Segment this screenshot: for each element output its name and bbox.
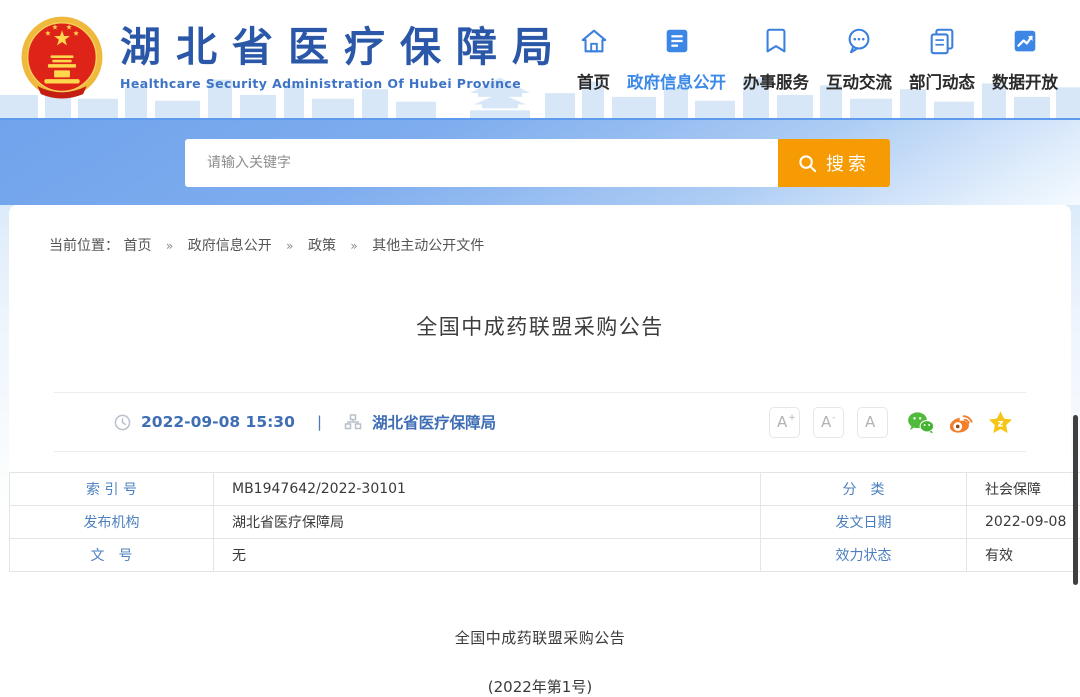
font-decrease-button[interactable]: A-	[813, 406, 844, 438]
search-input[interactable]	[185, 139, 778, 187]
validity-value: 有效	[966, 538, 1080, 572]
article-meta-bar: 2022-09-08 15:30 | 湖北省医疗保障局 A + A- A z	[54, 392, 1026, 452]
table-row: 索 引 号 MB1947642/2022-30101 分 类 社会保障	[9, 472, 1080, 506]
search-button[interactable]: 搜索	[778, 139, 890, 187]
site-header: 湖北省医疗保障局 Healthcare Security Administrat…	[0, 0, 1080, 118]
main-nav: 首页 政府信息公开 办事服务 互动交流 部门动态 数据开放	[577, 26, 1058, 93]
organization-icon	[344, 414, 362, 430]
weibo-icon[interactable]	[947, 410, 974, 435]
article-card: 当前位置： 首页 » 政府信息公开 » 政策 » 其他主动公开文件 全国中成药联…	[9, 205, 1080, 697]
doc-number-value: 无	[213, 538, 761, 572]
nav-label: 互动交流	[826, 73, 892, 92]
article-body-title: 全国中成药联盟采购公告	[454, 629, 626, 647]
breadcrumb-item-policy[interactable]: 政策	[308, 238, 336, 254]
breadcrumb-item-home[interactable]: 首页	[123, 238, 151, 254]
nav-label: 首页	[577, 73, 610, 92]
issue-date-label: 发文日期	[760, 505, 967, 539]
search-banner: 搜索	[0, 118, 1080, 205]
nav-item-gov-info[interactable]: 政府信息公开	[627, 26, 726, 93]
home-icon	[581, 29, 606, 53]
nav-item-services[interactable]: 办事服务	[743, 26, 809, 93]
wechat-icon[interactable]	[907, 410, 934, 435]
index-number-label: 索 引 号	[9, 472, 214, 506]
site-logo[interactable]: 湖北省医疗保障局 Healthcare Security Administrat…	[18, 14, 568, 102]
publisher-label: 发布机构	[9, 505, 214, 539]
document-info-table: 索 引 号 MB1947642/2022-30101 分 类 社会保障 发布机构…	[9, 472, 1080, 572]
nav-item-open-data[interactable]: 数据开放	[992, 26, 1058, 93]
breadcrumb-prefix: 当前位置：	[49, 238, 119, 254]
trend-chart-icon	[1014, 30, 1036, 52]
meta-separator: |	[316, 413, 323, 431]
nav-label: 部门动态	[909, 73, 975, 92]
page: 湖北省医疗保障局 Healthcare Security Administrat…	[0, 0, 1080, 697]
nav-label: 数据开放	[992, 73, 1058, 92]
site-title: 湖北省医疗保障局	[120, 23, 568, 72]
breadcrumb: 当前位置： 首页 » 政府信息公开 » 政策 » 其他主动公开文件	[9, 205, 1071, 255]
national-emblem-icon	[21, 16, 103, 99]
table-row: 发布机构 湖北省医疗保障局 发文日期 2022-09-08	[9, 505, 1080, 539]
category-label: 分 类	[760, 472, 967, 506]
article-source: 湖北省医疗保障局	[372, 414, 497, 432]
content-area: 当前位置： 首页 » 政府信息公开 » 政策 » 其他主动公开文件 全国中成药联…	[0, 205, 1080, 697]
table-row: 文 号 无 效力状态 有效	[9, 538, 1080, 572]
breadcrumb-item-other-docs[interactable]: 其他主动公开文件	[372, 238, 484, 254]
svg-text:z: z	[998, 418, 1004, 429]
nav-item-interaction[interactable]: 互动交流	[826, 26, 892, 93]
validity-label: 效力状态	[760, 538, 967, 572]
site-subtitle: Healthcare Security Administration Of Hu…	[120, 75, 522, 91]
nav-label: 办事服务	[743, 73, 809, 92]
document-icon	[666, 29, 687, 53]
scrollbar-thumb[interactable]	[1073, 415, 1078, 585]
nav-item-home[interactable]: 首页	[577, 26, 610, 93]
font-increase-button[interactable]: A +	[769, 406, 800, 438]
issue-date-value: 2022-09-08	[966, 505, 1080, 539]
breadcrumb-separator: »	[286, 239, 294, 253]
category-value: 社会保障	[966, 472, 1080, 506]
nav-label: 政府信息公开	[627, 73, 726, 92]
copy-pages-icon	[930, 28, 954, 55]
chat-bubble-icon	[848, 28, 870, 54]
nav-item-department-news[interactable]: 部门动态	[909, 26, 975, 93]
search-button-label: 搜索	[826, 154, 870, 175]
search-icon	[799, 154, 817, 172]
page-title: 全国中成药联盟采购公告	[416, 315, 664, 339]
breadcrumb-separator: »	[165, 239, 174, 253]
article-body-subtitle: (2022年第1号)	[487, 678, 593, 696]
font-reset-button[interactable]: A	[857, 406, 888, 438]
qzone-star-icon[interactable]: z	[987, 410, 1014, 435]
doc-number-label: 文 号	[9, 538, 214, 572]
clock-icon	[114, 414, 131, 430]
index-number-value: MB1947642/2022-30101	[213, 472, 761, 506]
breadcrumb-separator: »	[350, 239, 358, 253]
bookmark-icon	[766, 28, 786, 53]
publisher-value: 湖北省医疗保障局	[213, 505, 761, 539]
breadcrumb-item-gov-info[interactable]: 政府信息公开	[188, 238, 272, 254]
publish-time: 2022-09-08 15:30	[141, 413, 295, 431]
